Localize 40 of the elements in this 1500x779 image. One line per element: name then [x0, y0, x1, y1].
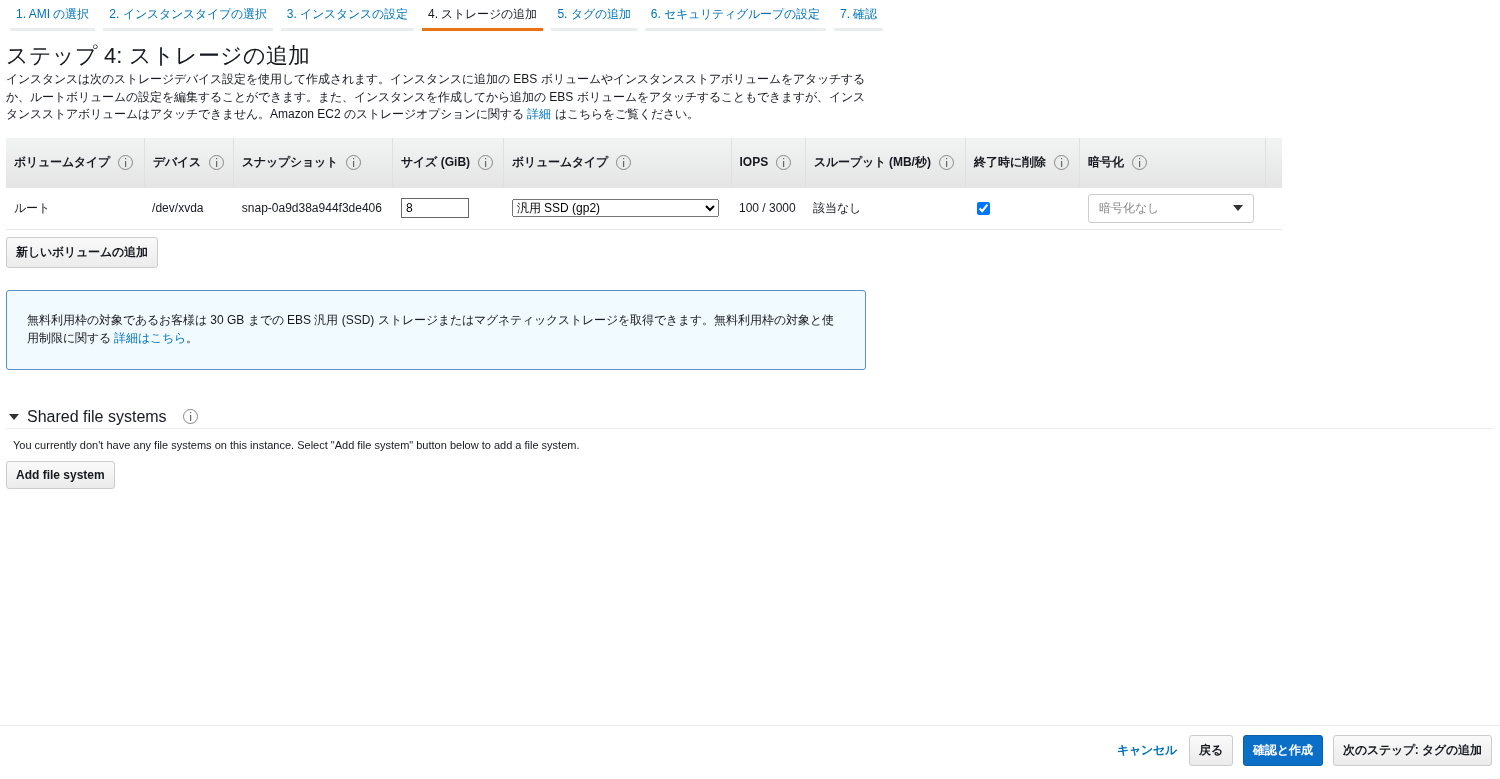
table-cell: ルート: [14, 200, 50, 215]
size-input[interactable]: 8: [400, 198, 469, 218]
table-cell: /dev/xvda: [152, 201, 204, 215]
column-header: 暗号化: [1088, 155, 1125, 169]
column-header: デバイス: [152, 155, 201, 169]
empty-message: You currently don't have any file systems on this instance. Select "Add file system" button below to add a file system.: [13, 438, 581, 451]
column-header: サイズ (GiB): [401, 155, 471, 169]
wizard-step-tab[interactable]: 1. AMI の選択: [10, 0, 96, 31]
wizard-step-tab[interactable]: 7. 確認: [834, 0, 884, 31]
section-title: Shared file systems: [27, 407, 167, 426]
wizard-step-tab[interactable]: 3. インスタンスの設定: [280, 0, 415, 31]
back-button[interactable]: 戻る: [1188, 735, 1233, 766]
review-button[interactable]: 確認と作成: [1242, 735, 1323, 766]
wizard-step-tab[interactable]: 2. インスタンスタイプの選択: [103, 0, 273, 31]
details-link[interactable]: 詳細はこちら: [114, 330, 187, 345]
encryption-select[interactable]: 暗号化なし: [1087, 193, 1254, 223]
wizard-step-tab[interactable]: 6. セキュリティグループの設定: [644, 0, 827, 31]
table-cell: 100 / 3000: [739, 201, 796, 215]
cancel-link[interactable]: キャンセル: [1116, 742, 1177, 759]
volume-type-select[interactable]: 汎用 SSD (gp2): [511, 199, 719, 217]
column-header: 終了時に削除: [973, 155, 1046, 169]
table-cell: 該当なし: [813, 200, 862, 215]
add-volume-button[interactable]: 新しいボリュームの追加: [6, 236, 158, 268]
description-text: インスタンスは次のストレージデバイス設定を使用して作成されます。インスタンスに追加の EBS ボリュームやインスタンスストアボリュームをアタッチするか、ルートボリュームの設定を編集することができます。また、インスタンスを作成してから追加の EBS ボリュームをアタッチすることもできますが、インスタンスストアボリュームはアタッチできません。Amazon EC2 のストレージオプションに関する 詳細 はこちらをご覧ください。: [6, 71, 866, 123]
caret-icon[interactable]: [1232, 205, 1243, 211]
add-file-system-button[interactable]: Add file system: [6, 460, 115, 489]
table-cell: snap-0a9d38a944f3de406: [241, 201, 382, 215]
wizard-step-tab[interactable]: 5. タグの追加: [551, 0, 637, 31]
wizard-step-tab[interactable]: 4. ストレージの追加: [422, 0, 544, 31]
next-step-button[interactable]: 次のステップ: タグの追加: [1332, 735, 1492, 766]
details-link[interactable]: 詳細: [527, 107, 552, 121]
column-header: ボリュームタイプ: [14, 155, 110, 169]
column-header: IOPS: [739, 154, 769, 169]
delete-checkbox[interactable]: [977, 201, 991, 215]
column-header: ボリュームタイプ: [512, 155, 609, 169]
caret-icon[interactable]: [9, 413, 19, 420]
column-header: スナップショット: [242, 155, 339, 169]
column-header: スループット (MB/秒): [813, 155, 931, 169]
page-title: ステップ 4: ストレージの追加: [6, 42, 311, 70]
info-text: 無料利用枠の対象であるお客様は 30 GB までの EBS 汎用 (SSD) ストレージまたはマグネティックストレージを取得できます。無料利用枠の対象と使用制限に関する 詳細はこちら。: [27, 312, 834, 345]
